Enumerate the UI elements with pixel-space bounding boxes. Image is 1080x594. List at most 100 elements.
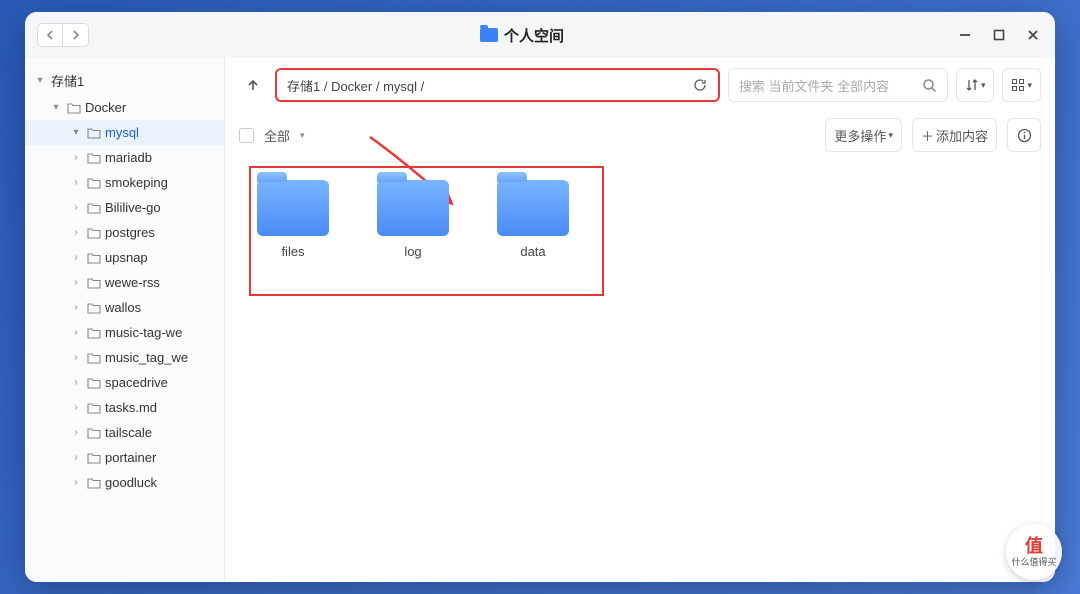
folder-item-data[interactable]: data — [483, 180, 583, 259]
sidebar-item-label: goodluck — [105, 475, 157, 490]
sidebar-item-mariadb[interactable]: › mariadb — [25, 145, 224, 170]
chevron-down-icon: ▾ — [1027, 80, 1032, 91]
sidebar-item-tasks-md[interactable]: › tasks.md — [25, 395, 224, 420]
sidebar-item-label: portainer — [105, 450, 156, 465]
add-content-button[interactable]: ＋ 添加内容 — [912, 118, 997, 152]
back-button[interactable] — [37, 23, 63, 47]
sidebar-item-label: tasks.md — [105, 400, 157, 415]
folder-icon — [87, 427, 101, 439]
sidebar-item-tailscale[interactable]: › tailscale — [25, 420, 224, 445]
sidebar-item-goodluck[interactable]: ›goodluck — [25, 470, 224, 495]
folder-icon — [87, 452, 101, 464]
sidebar-item-label: smokeping — [105, 175, 168, 190]
folder-grid: files log data — [225, 162, 1055, 277]
chevron-icon: ▾ — [69, 127, 83, 138]
sidebar-item-label: wewe-rss — [105, 275, 160, 290]
refresh-icon[interactable] — [692, 77, 708, 93]
forward-button[interactable] — [63, 23, 89, 47]
sidebar-item-bililive-go[interactable]: › Bililive-go — [25, 195, 224, 220]
sidebar-item-music-tag-we[interactable]: ›music_tag_we — [25, 345, 224, 370]
more-ops-label: 更多操作 — [834, 126, 886, 145]
sidebar-item-label: upsnap — [105, 250, 148, 265]
folder-label: data — [520, 244, 545, 259]
chevron-down-icon: ▾ — [33, 75, 47, 86]
watermark-text: 什么值得买 — [1011, 555, 1056, 568]
folder-icon — [67, 102, 81, 114]
folder-item-files[interactable]: files — [243, 180, 343, 259]
select-all-checkbox[interactable] — [239, 128, 254, 143]
sidebar-item-label: music-tag-we — [105, 325, 182, 340]
folder-icon — [480, 28, 498, 42]
chevron-down-icon: ▾ — [888, 130, 893, 141]
sidebar-item-postgres[interactable]: ›postgres — [25, 220, 224, 245]
breadcrumb-text: 存储1 / Docker / mysql / — [287, 76, 424, 95]
folder-item-log[interactable]: log — [363, 180, 463, 259]
folder-label: log — [404, 244, 421, 259]
chevron-icon: › — [69, 427, 83, 438]
main-panel: 存储1 / Docker / mysql / 搜索 当前文件夹 全部内容 ▾ — [225, 58, 1055, 582]
up-button[interactable] — [239, 71, 267, 99]
breadcrumb-path[interactable]: 存储1 / Docker / mysql / — [275, 68, 720, 102]
sidebar-item-mysql[interactable]: ▾mysql — [25, 120, 224, 145]
view-button[interactable]: ▾ — [1002, 68, 1041, 102]
folder-icon — [87, 252, 101, 264]
chevron-down-icon[interactable]: ▾ — [300, 130, 305, 141]
chevron-icon: › — [69, 327, 83, 338]
sidebar-item-label: tailscale — [105, 425, 152, 440]
titlebar: 个人空间 — [25, 12, 1055, 58]
sidebar-item-docker[interactable]: ▾ Docker — [25, 95, 224, 120]
chevron-icon: › — [69, 277, 83, 288]
folder-icon — [87, 227, 101, 239]
sort-button[interactable]: ▾ — [956, 68, 995, 102]
window-title-text: 个人空间 — [504, 25, 564, 46]
folder-icon — [87, 127, 101, 139]
folder-icon — [87, 327, 101, 339]
sidebar-tree: ▾ Docker ▾mysql › mariadb › smokeping › Bililive… — [25, 95, 224, 495]
file-manager-window: 个人空间 ▾ 存储1 ▾ Docker ▾mysql › mariadb › smokepi… — [25, 12, 1055, 582]
sidebar-item-smokeping[interactable]: › smokeping — [25, 170, 224, 195]
sidebar-item-label: music_tag_we — [105, 350, 188, 365]
sidebar-item-upsnap[interactable]: › upsnap — [25, 245, 224, 270]
chevron-icon: › — [69, 402, 83, 413]
folder-icon — [257, 180, 329, 236]
sidebar-root[interactable]: ▾ 存储1 — [25, 66, 224, 95]
add-content-label: 添加内容 — [936, 126, 988, 145]
maximize-button[interactable] — [989, 25, 1009, 45]
sidebar-item-wallos[interactable]: ›wallos — [25, 295, 224, 320]
chevron-down-icon: ▾ — [981, 80, 986, 91]
folder-icon — [87, 152, 101, 164]
chevron-icon: › — [69, 202, 83, 213]
path-toolbar: 存储1 / Docker / mysql / 搜索 当前文件夹 全部内容 ▾ — [225, 58, 1055, 112]
folder-icon — [87, 302, 101, 314]
body: ▾ 存储1 ▾ Docker ▾mysql › mariadb › smokeping › Bi… — [25, 58, 1055, 582]
window-controls — [955, 25, 1043, 45]
chevron-icon: › — [69, 377, 83, 388]
sidebar-item-label: postgres — [105, 225, 155, 240]
window-title: 个人空间 — [89, 25, 955, 46]
chevron-icon: › — [69, 152, 83, 163]
close-button[interactable] — [1023, 25, 1043, 45]
folder-icon — [87, 477, 101, 489]
folder-label: files — [281, 244, 304, 259]
chevron-icon: › — [69, 452, 83, 463]
info-button[interactable] — [1007, 118, 1041, 152]
sidebar-item-label: wallos — [105, 300, 141, 315]
folder-icon — [87, 377, 101, 389]
more-ops-button[interactable]: 更多操作 ▾ — [825, 118, 902, 152]
minimize-button[interactable] — [955, 25, 975, 45]
sidebar-item-portainer[interactable]: › portainer — [25, 445, 224, 470]
sidebar-item-music-tag-we[interactable]: › music-tag-we — [25, 320, 224, 345]
folder-icon — [87, 202, 101, 214]
select-all-label: 全部 — [264, 126, 290, 145]
sidebar-item-label: mariadb — [105, 150, 152, 165]
sidebar-item-wewe-rss[interactable]: › wewe-rss — [25, 270, 224, 295]
sidebar-item-label: Bililive-go — [105, 200, 161, 215]
search-input[interactable]: 搜索 当前文件夹 全部内容 — [728, 68, 948, 102]
sidebar-root-label: 存储1 — [51, 71, 84, 90]
search-icon — [922, 78, 937, 93]
sidebar-item-spacedrive[interactable]: ›spacedrive — [25, 370, 224, 395]
chevron-icon: › — [69, 252, 83, 263]
sidebar-item-label: Docker — [85, 100, 126, 115]
chevron-icon: › — [69, 177, 83, 188]
chevron-icon: ▾ — [49, 102, 63, 113]
